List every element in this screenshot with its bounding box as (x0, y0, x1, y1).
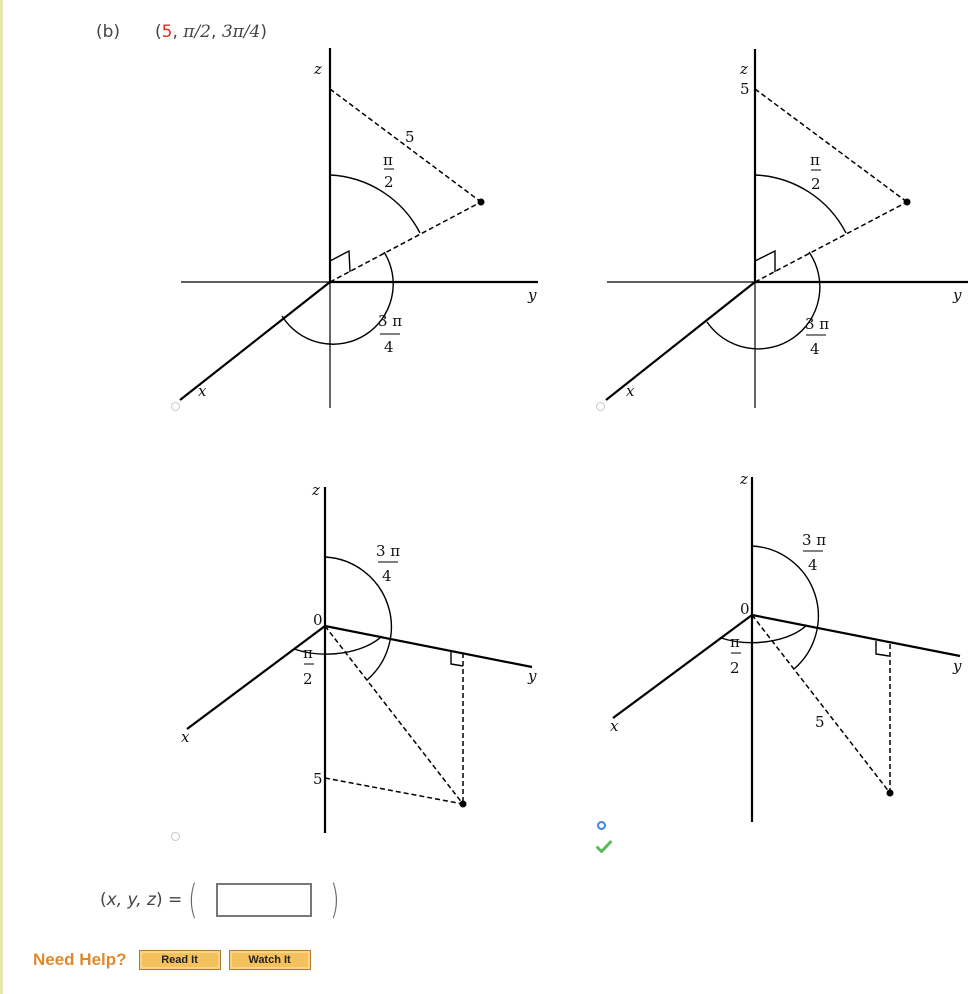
phi-arc (329, 174, 421, 234)
point (886, 789, 894, 797)
help-bar: Need Help? Read It Watch It (33, 950, 319, 970)
y-label: y (527, 667, 537, 685)
option-2-radio[interactable] (596, 402, 605, 411)
answer-label: (x, y, z) = (100, 890, 183, 910)
projection-line (754, 201, 908, 283)
z-label: z (313, 60, 322, 78)
y-label: y (952, 286, 962, 304)
y-axis (324, 624, 533, 669)
y-label: y (952, 657, 962, 675)
rho-label: 5 (815, 713, 825, 731)
rho-line (751, 614, 891, 794)
origin-label: 0 (740, 600, 750, 618)
option-4-radio[interactable] (597, 821, 606, 830)
phi-numerator: π (810, 151, 820, 169)
option-4-figure[interactable]: z 0 y x 5 π 2 3 π 4 (580, 460, 980, 860)
phi-numerator: π (383, 151, 393, 169)
need-help-label: Need Help? (33, 950, 127, 969)
right-angle-mark (875, 641, 890, 657)
projection-line (329, 201, 482, 283)
phi-numerator: π (730, 633, 740, 651)
phi-numerator: π (303, 644, 313, 662)
x-label: x (610, 717, 619, 735)
theta-denominator: 4 (810, 340, 820, 358)
theta-denominator: 4 (808, 556, 818, 574)
theta-denominator: 4 (384, 338, 394, 356)
point (903, 198, 911, 206)
phi-denominator: 2 (730, 659, 740, 677)
point (459, 800, 467, 808)
y-label: y (527, 286, 537, 304)
watch-it-button[interactable]: Watch It (228, 950, 311, 970)
option-1-figure[interactable]: z y x 5 π 2 3 π 4 (160, 40, 560, 420)
point (477, 198, 485, 206)
theta-numerator: 3 π (805, 315, 829, 333)
z-tick-label: 5 (313, 770, 323, 788)
z-label: z (739, 470, 748, 488)
origin-label: 0 (313, 611, 323, 629)
y-axis (751, 613, 961, 658)
x-label: x (626, 382, 635, 400)
option-3-radio[interactable] (171, 832, 180, 841)
phi-denominator: 2 (384, 173, 394, 191)
theta-value: 3π/4 (221, 22, 261, 42)
x-label: x (198, 382, 207, 400)
phi-arc (754, 174, 847, 234)
z-tick-label: 5 (740, 80, 750, 98)
theta-numerator: 3 π (378, 312, 402, 330)
read-it-button[interactable]: Read It (138, 950, 221, 970)
rho-label: 5 (405, 128, 415, 146)
rho-value: 5 (161, 22, 173, 42)
z-label: z (311, 481, 320, 499)
z-projection-line (324, 777, 464, 805)
answer-row: (x, y, z) = ( ) (100, 878, 345, 922)
rho-line (754, 88, 908, 203)
option-1-radio[interactable] (171, 402, 180, 411)
phi-value: π/2 (183, 22, 211, 42)
z-label: z (739, 60, 748, 78)
theta-denominator: 4 (382, 567, 392, 585)
theta-numerator: 3 π (376, 542, 400, 560)
x-label: x (181, 728, 190, 746)
theta-numerator: 3 π (802, 531, 826, 549)
phi-denominator: 2 (303, 670, 313, 688)
right-angle-mark (754, 249, 776, 272)
option-3-figure[interactable]: z 0 y x 5 π 2 3 π 4 (160, 470, 560, 850)
right-angle-mark (329, 249, 351, 273)
theta-arc (706, 251, 821, 350)
correct-check-icon (596, 840, 612, 853)
close-paren: ) (329, 877, 340, 923)
left-border (0, 0, 3, 994)
part-label: (b) (96, 22, 121, 42)
option-2-figure[interactable]: z 5 y x π 2 3 π 4 (590, 40, 980, 420)
theta-arc (281, 251, 394, 345)
spherical-coordinates: (5, π/2, 3π/4) (155, 22, 267, 42)
answer-input[interactable] (215, 883, 312, 917)
open-paren: ( (188, 877, 198, 923)
phi-denominator: 2 (811, 175, 821, 193)
